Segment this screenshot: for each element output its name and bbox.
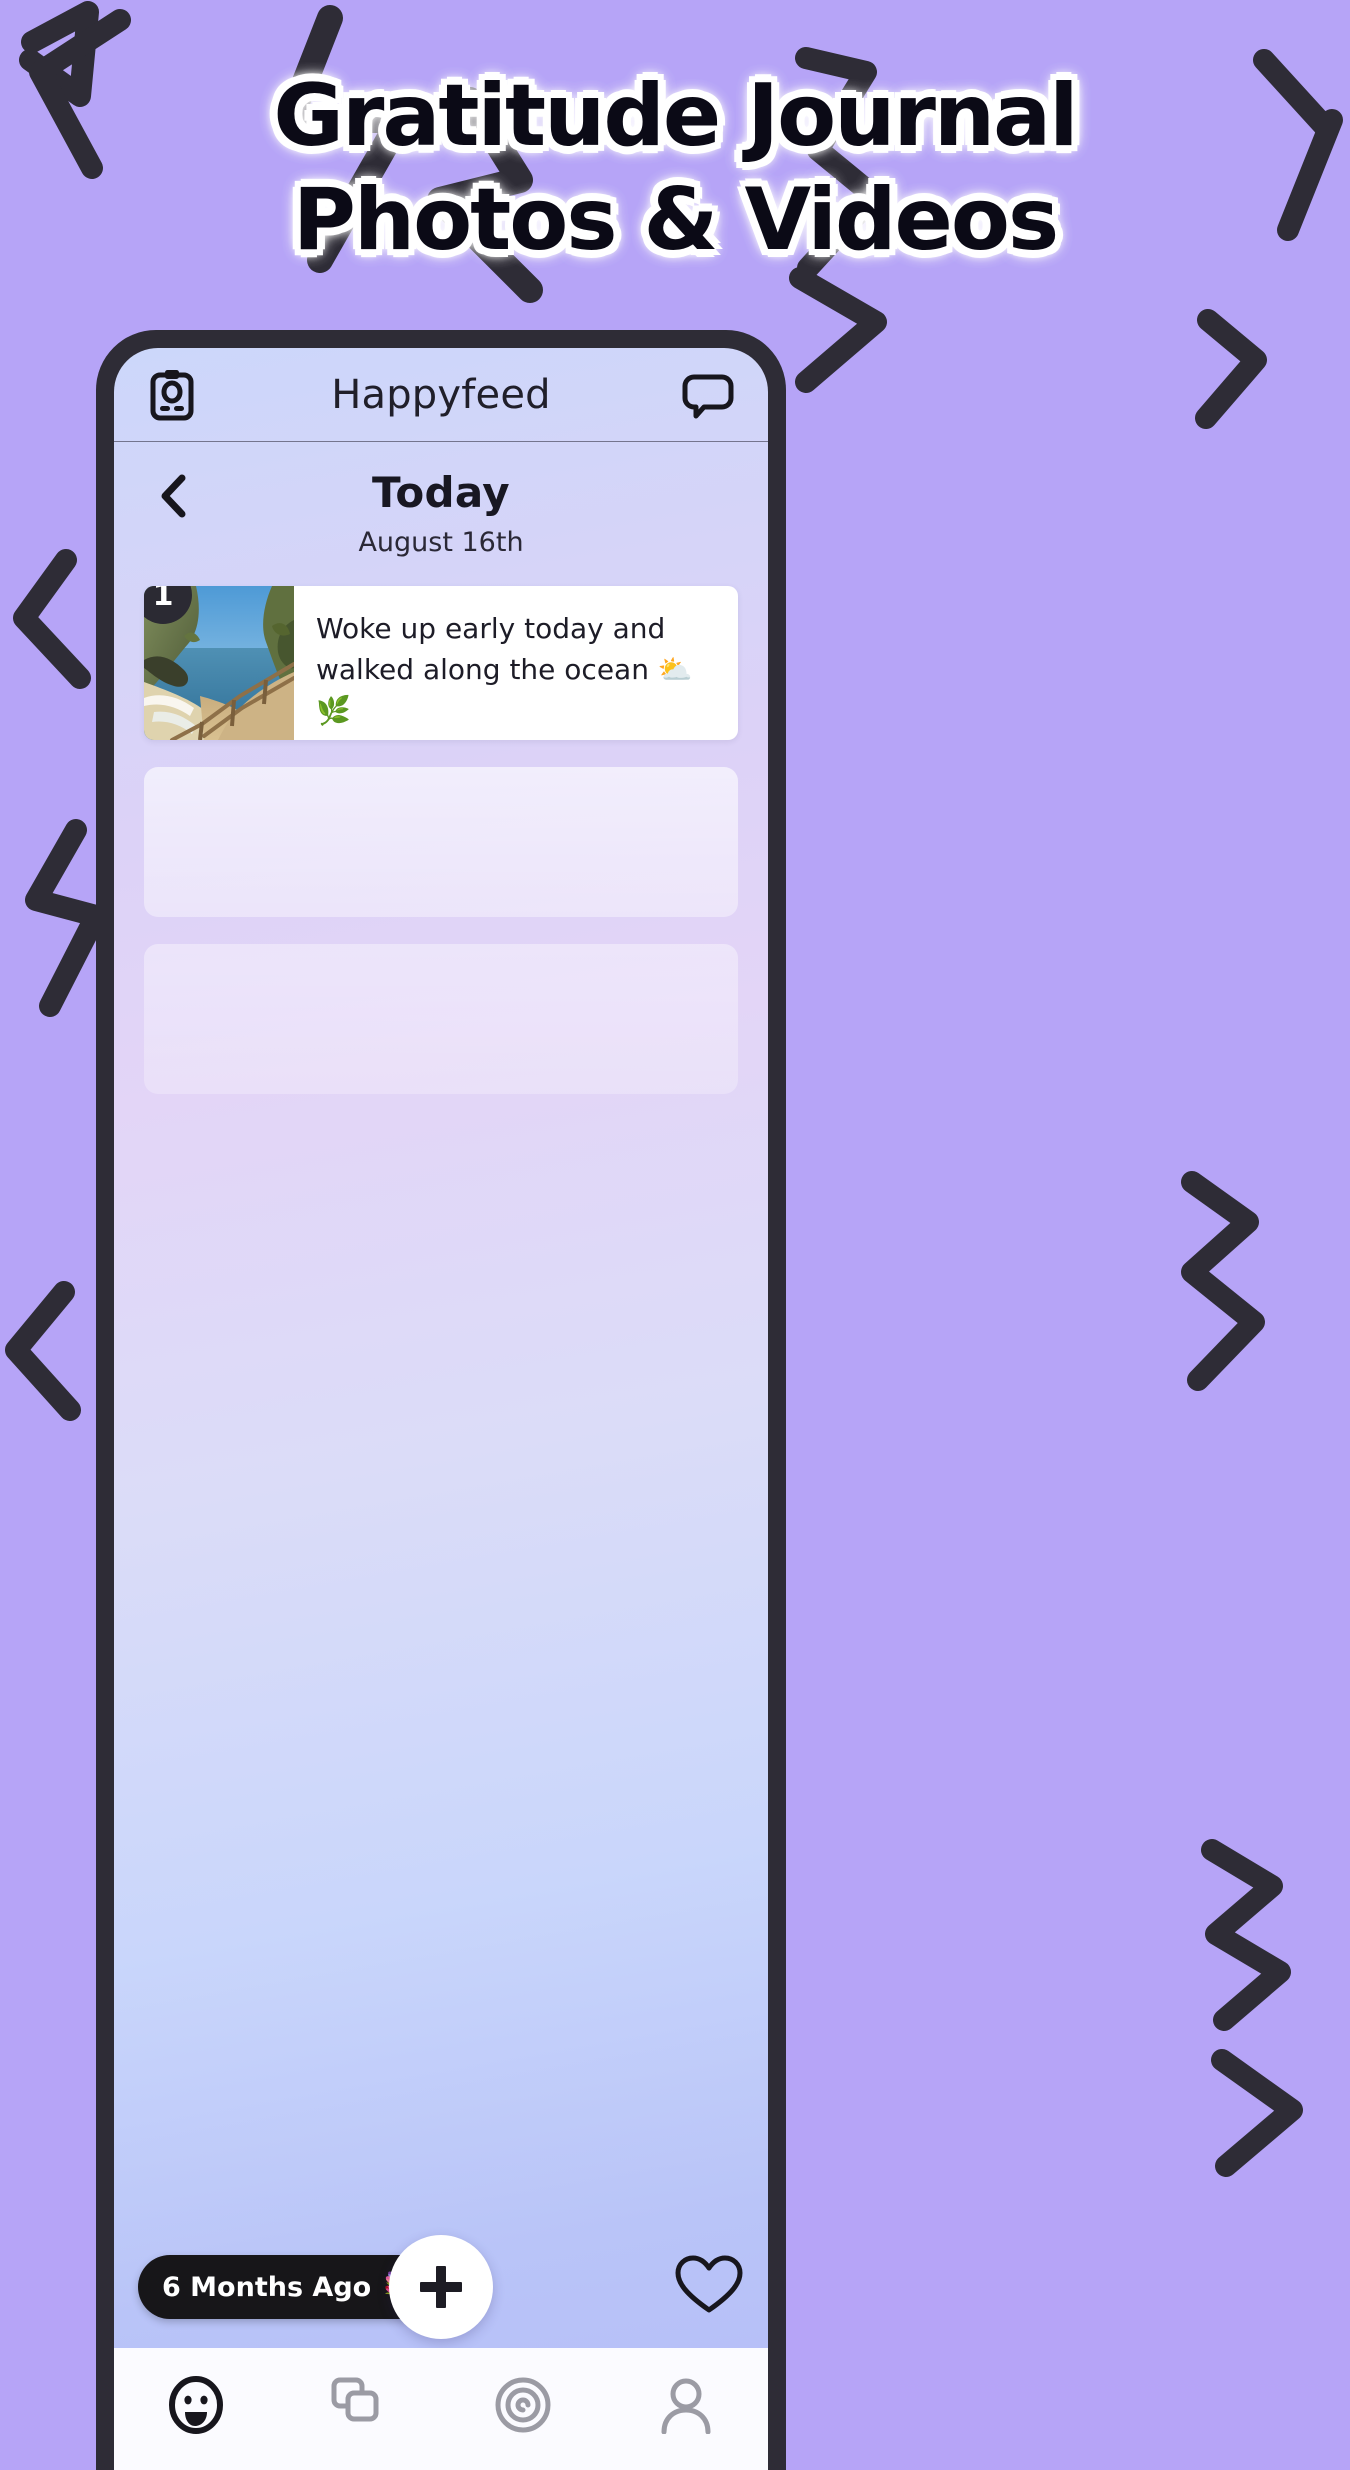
journal-entry-card[interactable]: 1 Woke up early today and walked along t… [144,586,738,740]
placeholder-card-2[interactable] [144,944,738,1094]
app-top-bar: Happyfeed [114,348,768,442]
app-title: Happyfeed [331,371,551,418]
bottom-tab-bar [114,2348,768,2470]
tab-feed[interactable] [114,2376,278,2434]
like-button[interactable] [674,2253,744,2322]
memory-pill-label: 6 Months Ago [162,2271,372,2303]
tab-cards[interactable] [278,2376,442,2432]
add-entry-button[interactable] [389,2235,493,2339]
journal-clipboard-icon[interactable] [148,368,196,422]
entry-list: 1 Woke up early today and walked along t… [114,572,768,2470]
heart-outline-icon [675,2255,743,2312]
spiral-icon [495,2377,551,2433]
person-icon [661,2378,711,2434]
smiley-face-icon [168,2376,223,2434]
page-title: Today [372,468,510,517]
stacked-cards-icon [331,2377,379,2422]
floating-action-row: 6 Months Ago 💐 [114,2232,768,2342]
tab-profile[interactable] [605,2376,769,2434]
plus-icon [420,2266,462,2308]
phone-mockup: Happyfeed Today August 16th 1 Woke up ea… [96,330,786,2470]
chevron-left-icon[interactable] [156,472,192,525]
placeholder-card-1[interactable] [144,767,738,917]
page-subtitle: August 16th [358,527,524,558]
entry-body: Woke up early today and walked along the… [316,612,666,686]
date-header: Today August 16th [114,442,768,572]
phone-screen: Happyfeed Today August 16th 1 Woke up ea… [114,348,768,2470]
entry-text: Woke up early today and walked along the… [294,586,738,740]
tab-spiral[interactable] [441,2376,605,2434]
chat-bubble-icon[interactable] [682,371,734,419]
